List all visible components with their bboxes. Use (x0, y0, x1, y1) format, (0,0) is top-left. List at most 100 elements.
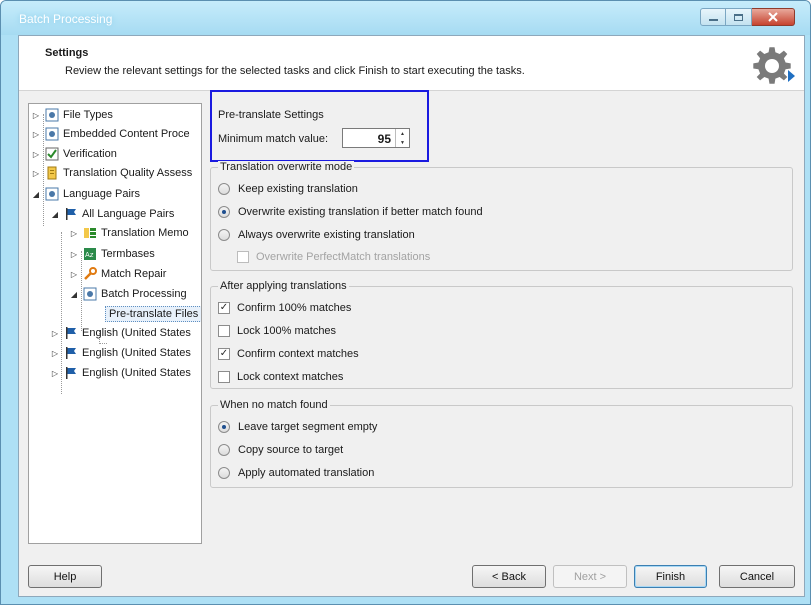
option-label: Overwrite PerfectMatch translations (256, 251, 431, 263)
minimize-icon (708, 19, 718, 21)
batch-processing-window: Batch Processing Settings Review the rel… (0, 0, 811, 605)
verification-icon (44, 146, 60, 162)
tree-item-termbases[interactable]: ▷ Az Termbases (69, 245, 155, 263)
expand-arrow-icon[interactable]: ▷ (69, 229, 79, 238)
maximize-button[interactable] (726, 8, 752, 26)
tree-item-english-us-2[interactable]: ▷ English (United States (50, 344, 191, 362)
tree-item-label: All Language Pairs (82, 208, 175, 220)
radio-apply-automated[interactable]: Apply automated translation (218, 467, 374, 479)
tree-item-label: Translation Memo (101, 227, 189, 239)
group-title: After applying translations (218, 280, 349, 292)
group-title: When no match found (218, 399, 330, 411)
expand-arrow-icon[interactable]: ▷ (31, 169, 41, 178)
page-title: Settings (45, 47, 89, 59)
checkbox-lock-100[interactable]: Lock 100% matches (218, 325, 336, 337)
minimize-button[interactable] (700, 8, 726, 26)
tree-item-label: Match Repair (101, 268, 167, 280)
flag-icon (63, 325, 79, 341)
radio-button[interactable] (218, 467, 230, 479)
tree-item-english-us-3[interactable]: ▷ English (United States (50, 364, 191, 382)
checkbox-lock-context[interactable]: Lock context matches (218, 371, 343, 383)
expand-arrow-icon[interactable]: ▷ (69, 250, 79, 259)
tree-item-verification[interactable]: ▷ Verification (31, 145, 117, 163)
quality-assessment-icon (44, 165, 60, 181)
radio-button[interactable] (218, 206, 230, 218)
translation-memory-icon (82, 225, 98, 241)
radio-button[interactable] (218, 229, 230, 241)
highlight-annotation (210, 90, 429, 162)
option-label: Keep existing translation (238, 183, 358, 195)
overwrite-mode-group: Translation overwrite mode Keep existing… (210, 161, 793, 271)
tree-item-match-repair[interactable]: ▷ Match Repair (69, 265, 166, 283)
tree-item-label: Termbases (101, 248, 155, 260)
tree-item-label: File Types (63, 109, 113, 121)
back-button[interactable]: < Back (472, 565, 546, 588)
option-label: Overwrite existing translation if better… (238, 206, 483, 218)
expand-arrow-icon[interactable]: ▷ (69, 270, 79, 279)
close-icon (768, 12, 778, 22)
flag-icon (63, 365, 79, 381)
help-button[interactable]: Help (28, 565, 102, 588)
no-match-group: When no match found Leave target segment… (210, 399, 793, 488)
option-label: Apply automated translation (238, 467, 375, 479)
collapse-arrow-icon[interactable]: ◢ (69, 290, 79, 299)
window-title: Batch Processing (19, 12, 113, 26)
tree-item-label: English (United States (82, 327, 191, 339)
radio-button[interactable] (218, 421, 230, 433)
next-button[interactable]: Next > (553, 565, 627, 588)
cancel-button[interactable]: Cancel (719, 565, 795, 588)
close-button[interactable] (752, 8, 795, 26)
flag-icon (63, 345, 79, 361)
option-label: Confirm context matches (237, 348, 359, 360)
expand-arrow-icon[interactable]: ▷ (31, 130, 41, 139)
tree-item-label: Embedded Content Proce (63, 128, 190, 140)
tree-item-quality-assessment[interactable]: ▷ Translation Quality Assess (31, 164, 192, 182)
tree-item-file-types[interactable]: ▷ File Types (31, 106, 113, 124)
radio-button[interactable] (218, 444, 230, 456)
checkbox-overwrite-perfectmatch[interactable]: Overwrite PerfectMatch translations (237, 251, 430, 263)
batch-processing-icon (82, 286, 98, 302)
tree-item-label: Language Pairs (63, 188, 141, 200)
checkbox[interactable] (218, 325, 230, 337)
after-applying-group: After applying translations ✓ Confirm 10… (210, 280, 793, 389)
tree-item-language-pairs[interactable]: ◢ Language Pairs (31, 185, 140, 203)
collapse-arrow-icon[interactable]: ◢ (50, 210, 60, 219)
tree-item-embedded-content[interactable]: ▷ Embedded Content Proce (31, 125, 190, 143)
tree-item-batch-processing[interactable]: ◢ Batch Processing (69, 285, 187, 303)
radio-overwrite-if-better[interactable]: Overwrite existing translation if better… (218, 206, 483, 218)
tree-item-pre-translate-files[interactable]: Pre-translate Files (105, 305, 201, 323)
tree-item-label: Translation Quality Assess (63, 167, 193, 179)
wizard-header: Settings Review the relevant settings fo… (19, 36, 804, 91)
title-bar[interactable]: Batch Processing (1, 1, 810, 35)
termbase-icon: Az (82, 246, 98, 262)
expand-arrow-icon[interactable]: ▷ (31, 111, 41, 120)
radio-keep-existing[interactable]: Keep existing translation (218, 183, 358, 195)
settings-tree[interactable]: ▷ File Types ▷ Embedded Content Proce ▷ … (28, 103, 202, 544)
tree-item-label: Batch Processing (101, 288, 187, 300)
option-label: Lock context matches (237, 371, 344, 383)
tree-item-label: Verification (63, 148, 117, 160)
tree-item-all-language-pairs[interactable]: ◢ All Language Pairs (50, 205, 174, 223)
radio-leave-empty[interactable]: Leave target segment empty (218, 421, 377, 433)
finish-button[interactable]: Finish (634, 565, 707, 588)
embedded-content-icon (44, 126, 60, 142)
checkbox[interactable] (237, 251, 249, 263)
group-title: Translation overwrite mode (218, 161, 355, 173)
radio-copy-source[interactable]: Copy source to target (218, 444, 343, 456)
checkbox-confirm-100[interactable]: ✓ Confirm 100% matches (218, 302, 351, 314)
page-subtitle: Review the relevant settings for the sel… (65, 65, 525, 77)
tree-item-translation-memory[interactable]: ▷ Translation Memo (69, 224, 189, 242)
checkbox[interactable] (218, 371, 230, 383)
tree-item-label: English (United States (82, 367, 191, 379)
checkbox[interactable]: ✓ (218, 302, 230, 314)
checkbox-confirm-context[interactable]: ✓ Confirm context matches (218, 348, 359, 360)
expand-arrow-icon[interactable]: ▷ (50, 349, 60, 358)
expand-arrow-icon[interactable]: ▷ (50, 369, 60, 378)
radio-button[interactable] (218, 183, 230, 195)
expand-arrow-icon[interactable]: ▷ (50, 329, 60, 338)
tree-item-english-us-1[interactable]: ▷ English (United States (50, 324, 191, 342)
collapse-arrow-icon[interactable]: ◢ (31, 190, 41, 199)
radio-always-overwrite[interactable]: Always overwrite existing translation (218, 229, 415, 241)
expand-arrow-icon[interactable]: ▷ (31, 150, 41, 159)
checkbox[interactable]: ✓ (218, 348, 230, 360)
